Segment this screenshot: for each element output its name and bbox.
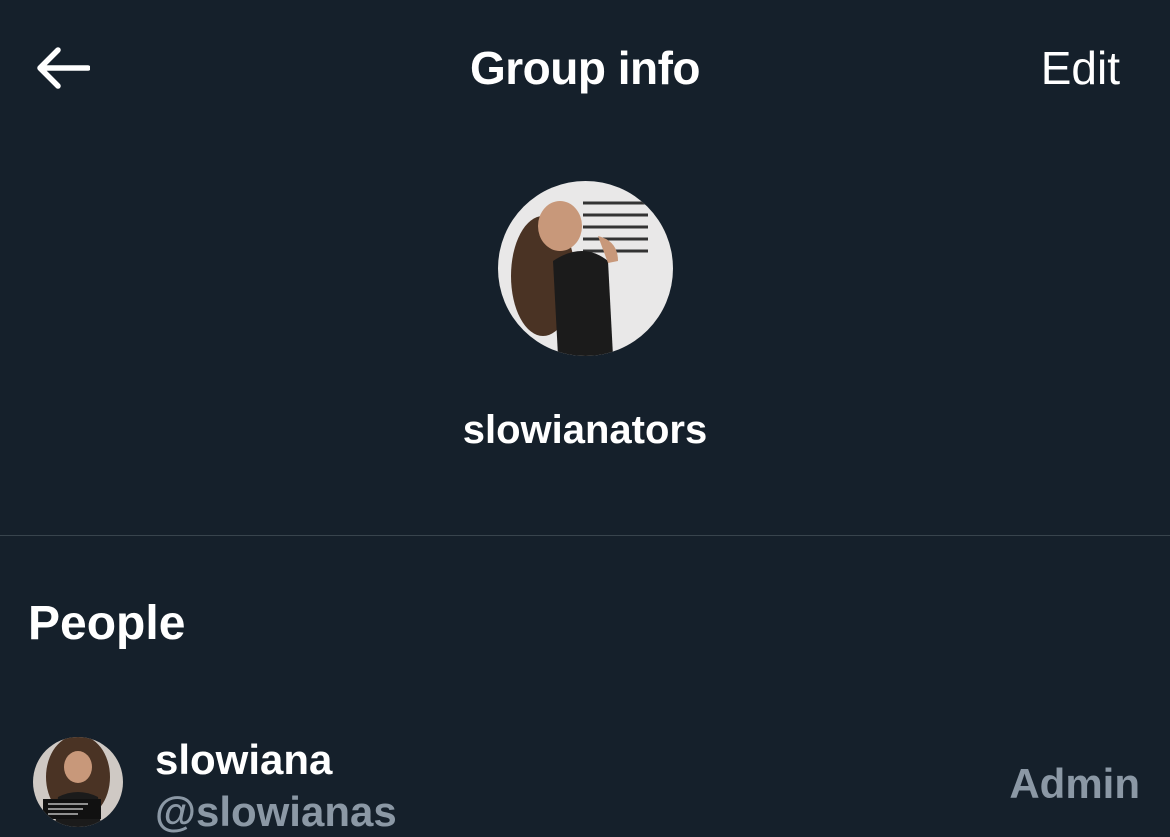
page-title: Group info [469,42,701,94]
member-name: slowiana [155,736,333,783]
role-badge: Admin [1009,760,1140,807]
section-divider [0,535,1170,536]
group-avatar-photo [498,181,673,356]
people-section-title: People [28,597,186,650]
member-handle: @slowianas [155,788,397,835]
member-row[interactable]: slowiana @slowianas Admin [0,715,1170,837]
member-avatar-photo [33,737,123,827]
group-name: slowianators [462,408,708,452]
group-avatar[interactable] [498,181,673,356]
avatar[interactable] [33,737,123,827]
edit-button[interactable]: Edit [1041,40,1120,96]
top-bar: Group info Edit [0,0,1170,135]
